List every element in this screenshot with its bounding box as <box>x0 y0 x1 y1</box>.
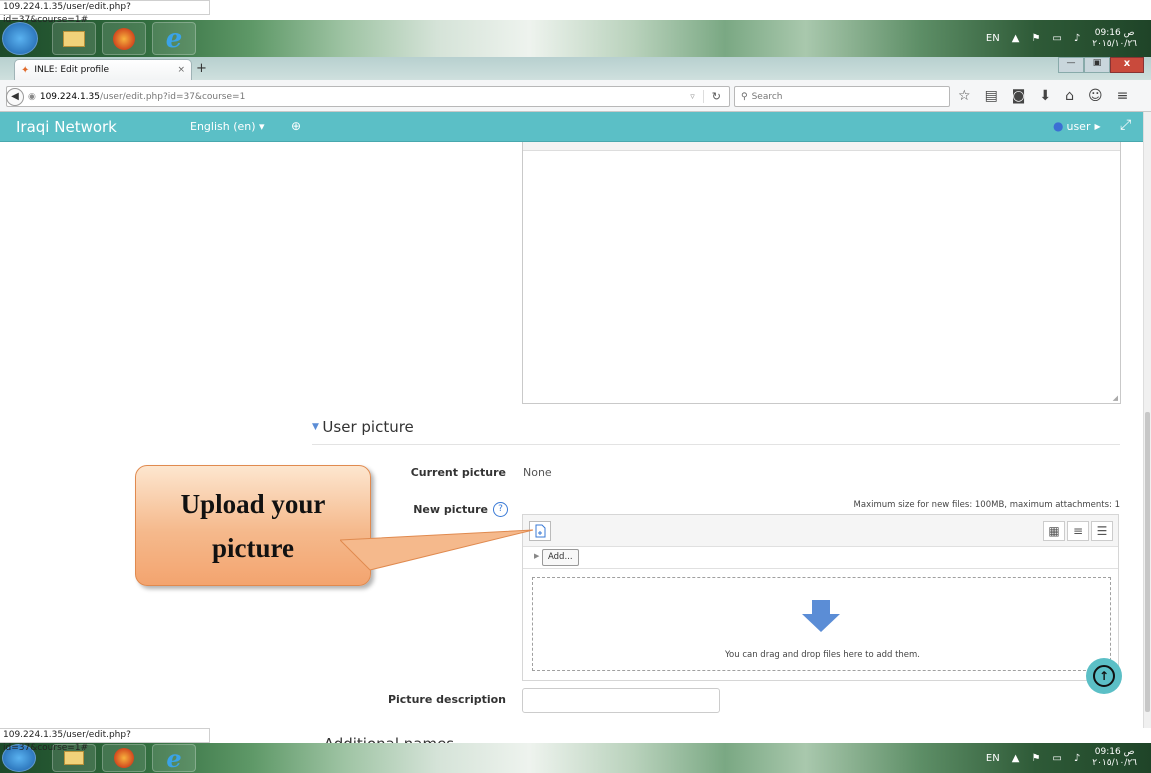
view-tree-icon[interactable]: ☰ <box>1091 521 1113 541</box>
callout-line1: Upload your <box>180 488 326 519</box>
callout-upload-picture: Upload your picture <box>135 465 371 586</box>
monitor-icon[interactable]: ▭ <box>1052 753 1061 764</box>
firefox-icon[interactable] <box>102 22 146 55</box>
search-box[interactable]: ⚲ Search <box>734 86 950 107</box>
new-tab-button[interactable]: + <box>196 61 207 76</box>
ie-icon[interactable]: e <box>152 22 196 55</box>
section-user-picture[interactable]: ▼ User picture <box>312 418 1120 445</box>
filemanager: ▦ ≡ ☰ ▶ Add... You can drag and drop fil… <box>522 514 1119 681</box>
toolbar-icons: ☆ ▤ ◙ ⬇ ⌂ ☺ ≡ <box>958 88 1128 104</box>
tab-bar: ✦ INLE: Edit profile × + <box>0 57 1151 80</box>
max-size-note: Maximum size for new files: 100MB, maxim… <box>853 500 1120 510</box>
volume-icon[interactable]: ♪ <box>1074 753 1080 764</box>
network-icon[interactable]: ⚑ <box>1031 753 1040 764</box>
status-url-bottom: 109.224.1.35/user/edit.php?id=37&course=… <box>0 728 210 753</box>
view-icons-icon[interactable]: ▦ <box>1043 521 1065 541</box>
callout-line2: picture <box>211 532 294 563</box>
taskbar-bottom: e EN ▲ ⚑ ▭ ♪ 09:16 ص ٢٠١٥/١٠/٢٦ <box>0 743 1151 773</box>
status-url-top: 109.224.1.35/user/edit.php?id=37&course=… <box>0 0 210 25</box>
clock[interactable]: 09:16 ص ٢٠١٥/١٠/٢٦ <box>1092 28 1137 50</box>
back-icon[interactable]: ◀ <box>6 87 24 106</box>
url-host: 109.224.1.35 <box>39 91 100 102</box>
picture-description-input[interactable] <box>522 688 720 713</box>
navigation-bar: ◀ ◉ 109.224.1.35/user/edit.php?id=37&cou… <box>0 80 1151 112</box>
current-picture-label: Current picture <box>410 466 506 479</box>
network-icon[interactable]: ⚑ <box>1031 33 1040 44</box>
tab-title: INLE: Edit profile <box>34 65 110 75</box>
help-icon[interactable]: ? <box>493 502 508 517</box>
tab-edit-profile[interactable]: ✦ INLE: Edit profile × <box>14 59 192 80</box>
volume-icon[interactable]: ♪ <box>1074 33 1080 44</box>
tray-arrow-icon[interactable]: ▲ <box>1012 33 1020 44</box>
reading-list-icon[interactable]: ▤ <box>985 88 998 104</box>
globe-icon: ◉ <box>28 91 36 102</box>
tray-arrow-icon[interactable]: ▲ <box>1012 753 1020 764</box>
drop-hint: You can drag and drop files here to add … <box>724 650 920 660</box>
resize-handle-icon[interactable]: ◢ <box>1113 394 1118 402</box>
taskbar-top: e EN ▲ ⚑ ▭ ♪ 09:16 ص ٢٠١٥/١٠/٢٦ <box>0 20 1151 57</box>
lang-indicator[interactable]: EN <box>986 33 1000 44</box>
scroll-thumb[interactable] <box>1145 412 1150 712</box>
arrow-up-icon: ↑ <box>1093 665 1115 687</box>
site-name[interactable]: Iraqi Network <box>16 118 117 136</box>
current-picture-value: None <box>523 466 552 479</box>
scroll-to-top-button[interactable]: ↑ <box>1086 658 1122 694</box>
lang-indicator[interactable]: EN <box>986 753 1000 764</box>
user-icon: ● <box>1053 119 1064 133</box>
system-tray: EN ▲ ⚑ ▭ ♪ 09:16 ص ٢٠١٥/١٠/٢٦ <box>986 20 1137 57</box>
home-icon[interactable]: ⌂ <box>1065 88 1074 104</box>
search-icon: ⚲ <box>741 91 748 102</box>
reload-icon[interactable]: ↻ <box>702 90 729 103</box>
chat-icon[interactable]: ☺ <box>1088 88 1103 104</box>
picture-description-label: Picture description <box>387 693 506 706</box>
firefox-icon[interactable] <box>102 744 146 772</box>
site-header: Iraqi Network English (en) ▾ ⊕ ● user ▶ ⤢ <box>0 112 1143 142</box>
url-path: /user/edit.php?id=37&course=1 <box>99 91 246 102</box>
menu-icon[interactable]: ≡ <box>1117 88 1129 104</box>
description-editor[interactable]: ◢ <box>522 142 1121 404</box>
collapse-arrow-icon: ▼ <box>312 422 319 432</box>
filemanager-toolbar: ▦ ≡ ☰ <box>523 515 1118 547</box>
page-scrollbar[interactable] <box>1143 112 1151 728</box>
add-button[interactable]: Add... <box>542 549 579 566</box>
url-bar[interactable]: ◀ ◉ 109.224.1.35/user/edit.php?id=37&cou… <box>6 86 730 107</box>
language-menu[interactable]: English (en) ▾ <box>190 120 265 133</box>
system-tray: EN ▲ ⚑ ▭ ♪ 09:16 ص ٢٠١٥/١٠/٢٦ <box>986 743 1137 773</box>
section-title: User picture <box>322 418 414 436</box>
bookmark-star-icon[interactable]: ☆ <box>958 88 971 104</box>
clock[interactable]: 09:16 ص ٢٠١٥/١٠/٢٦ <box>1092 747 1137 769</box>
new-picture-label: New picture <box>413 503 488 516</box>
ie-icon[interactable]: e <box>152 744 196 773</box>
view-list-icon[interactable]: ≡ <box>1067 521 1089 541</box>
maximize-icon[interactable]: ▣ <box>1084 57 1110 73</box>
search-placeholder: Search <box>751 91 783 102</box>
download-icon[interactable]: ⬇ <box>1039 88 1051 104</box>
monitor-icon[interactable]: ▭ <box>1052 33 1061 44</box>
filemanager-path: ▶ Add... <box>523 547 1118 569</box>
window-controls: — ▣ x <box>1058 57 1144 73</box>
user-name: user <box>1066 119 1091 133</box>
dropdown-arrow-icon[interactable]: ▿ <box>690 92 703 102</box>
drop-arrow-icon <box>802 600 840 632</box>
user-menu[interactable]: ● user ▶ <box>1053 119 1101 133</box>
minimize-icon[interactable]: — <box>1058 57 1084 73</box>
fullscreen-icon[interactable]: ⤢ <box>1120 117 1131 133</box>
callout-pointer <box>340 529 534 571</box>
favicon-icon: ✦ <box>21 64 30 76</box>
editor-toolbar-edge <box>523 142 1120 151</box>
drop-zone[interactable]: You can drag and drop files here to add … <box>532 577 1111 671</box>
close-window-icon[interactable]: x <box>1110 57 1144 73</box>
docking-icon[interactable]: ⊕ <box>291 119 301 133</box>
pocket-icon[interactable]: ◙ <box>1012 88 1026 104</box>
tab-close-icon[interactable]: × <box>177 65 185 75</box>
